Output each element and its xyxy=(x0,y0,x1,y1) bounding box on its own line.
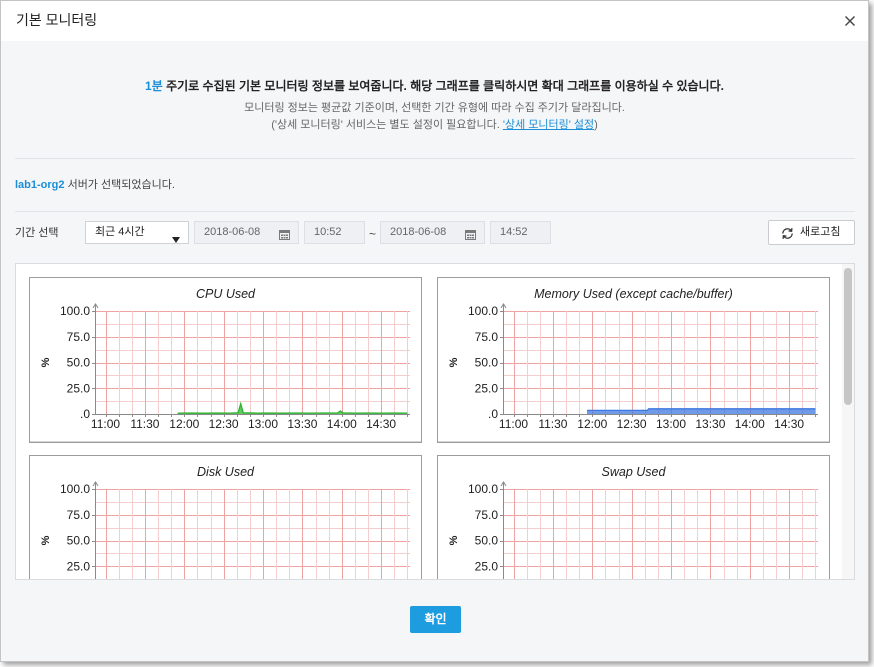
x-tick-label: 13:00 xyxy=(656,417,686,431)
y-tick-label: 75.0 xyxy=(475,330,499,344)
end-time-value: 14:52 xyxy=(500,226,528,238)
y-tick-label: 50.0 xyxy=(475,356,499,370)
server-selected-text: 서버가 선택되었습니다. xyxy=(64,179,175,191)
period-preset-value: 최근 4시간 xyxy=(95,226,145,238)
x-tick-label: 12:00 xyxy=(577,417,607,431)
period-preset-select[interactable]: 최근 4시간 xyxy=(85,221,189,244)
intro-message: 1분 주기로 수집된 기본 모니터링 정보를 보여줍니다. 해당 그래프를 클릭… xyxy=(1,77,868,95)
memory-used-chart[interactable]: Memory Used (except cache/buffer)% 100.0 7… xyxy=(437,277,830,443)
x-tick-label: 14:00 xyxy=(735,417,765,431)
chart-title: Swap Used xyxy=(602,465,667,479)
x-tick-label: 12:30 xyxy=(209,417,239,431)
disk-used-chart[interactable]: Disk Used% 100.0 75.0 50.0 25.0 xyxy=(29,455,422,579)
y-tick-label: 25.0 xyxy=(67,381,91,395)
server-name: lab1-org2 xyxy=(15,179,65,191)
y-tick-label: 75.0 xyxy=(475,508,499,522)
y-tick-label: 25.0 xyxy=(475,381,499,395)
chart-title: CPU Used xyxy=(196,287,256,301)
y-axis-label: % xyxy=(448,535,460,545)
y-tick-label: 100.0 xyxy=(468,482,498,496)
y-tick-label: .0 xyxy=(488,407,498,421)
intro-note-detail-text: ('상세 모니터링' 서비스는 별도 설정이 필요합니다. xyxy=(271,119,503,131)
x-tick-label: 11:00 xyxy=(91,417,120,431)
y-axis-label: % xyxy=(40,357,52,367)
disk-used-chart-svg: Disk Used% 100.0 75.0 50.0 25.0 xyxy=(29,455,422,579)
x-tick-label: 14:00 xyxy=(327,417,357,431)
end-date-value: 2018-06-08 xyxy=(390,226,447,238)
x-tick-label: 12:00 xyxy=(169,417,199,431)
divider xyxy=(15,158,855,159)
intro-note-average: 모니터링 정보는 평균값 기준이며, 선택한 기간 유형에 따라 수집 주기가 … xyxy=(244,102,625,114)
confirm-button[interactable]: 확인 xyxy=(410,606,461,633)
chart-panel-scrollbar-thumb[interactable] xyxy=(844,268,852,405)
cpu-used-chart[interactable]: CPU Used% 100.0 75.0 50.0 25.0 .0 11:00 11:30 12… xyxy=(29,277,422,443)
y-tick-label: 50.0 xyxy=(475,534,499,548)
y-tick-label: 75.0 xyxy=(67,508,91,522)
y-tick-label: 50.0 xyxy=(67,356,91,370)
refresh-icon xyxy=(781,226,794,239)
end-time-field[interactable]: 14:52 xyxy=(490,221,551,244)
x-tick-label: 14:30 xyxy=(366,417,396,431)
intro-note-detail: ('상세 모니터링' 서비스는 별도 설정이 필요합니다. '상세 모니터링' … xyxy=(1,117,868,134)
x-tick-label: 11:00 xyxy=(499,417,528,431)
y-tick-label: 50.0 xyxy=(67,534,91,548)
period-separator: ~ xyxy=(369,227,377,241)
chevron-down-icon xyxy=(172,230,180,243)
refresh-button[interactable]: 새로고침 xyxy=(768,220,855,245)
end-date-field[interactable]: 2018-06-08 xyxy=(380,221,485,244)
calendar-icon[interactable] xyxy=(465,227,476,240)
close-icon[interactable] xyxy=(844,14,856,26)
detail-monitoring-settings-link[interactable]: '상세 모니터링' 설정 xyxy=(503,119,594,131)
y-tick-label: 100.0 xyxy=(60,482,90,496)
dialog-header: 기본 모니터링 xyxy=(1,1,868,41)
start-date-value: 2018-06-08 xyxy=(204,226,261,238)
y-tick-label: 25.0 xyxy=(67,559,91,573)
y-tick-label: .0 xyxy=(80,407,90,421)
swap-used-chart[interactable]: Swap Used% 100.0 75.0 50.0 25.0 xyxy=(437,455,830,579)
y-tick-label: 100.0 xyxy=(468,304,498,318)
server-selection-message: lab1-org2 서버가 선택되었습니다. xyxy=(15,177,175,194)
chart-title: Memory Used (except cache/buffer) xyxy=(534,287,733,301)
dialog-title: 기본 모니터링 xyxy=(16,12,98,28)
start-time-value: 10:52 xyxy=(314,226,342,238)
period-label: 기간 선택 xyxy=(15,227,59,239)
start-time-field[interactable]: 10:52 xyxy=(304,221,365,244)
y-tick-label: 75.0 xyxy=(67,330,91,344)
chart-panel: CPU Used% 100.0 75.0 50.0 25.0.0 11:00 11:30 12… xyxy=(15,263,855,580)
y-tick-label: 25.0 xyxy=(475,559,499,573)
x-tick-label: 12:30 xyxy=(617,417,647,431)
divider xyxy=(15,211,855,212)
y-axis-label: % xyxy=(448,357,460,367)
refresh-label: 새로고침 xyxy=(800,226,841,238)
cpu-used-chart-svg: CPU Used% 100.0 75.0 50.0 25.0 .011:00 11:30 12… xyxy=(29,277,422,443)
memory-used-chart-svg: Memory Used (except cache/buffer)% 100.0 7… xyxy=(437,277,830,443)
basic-monitoring-dialog: 기본 모니터링 1분 주기로 수집된 기본 모니터링 정보를 보여줍니다. 해당… xyxy=(0,0,869,662)
y-axis-label: % xyxy=(40,535,52,545)
calendar-icon[interactable] xyxy=(279,227,290,240)
swap-used-chart-svg: Swap Used% 100.0 75.0 50.0 25.0 xyxy=(437,455,830,579)
intro-note-detail-close: ) xyxy=(594,119,598,131)
interval-highlight: 1분 xyxy=(145,79,163,93)
x-tick-label: 11:30 xyxy=(538,417,567,431)
x-tick-label: 13:30 xyxy=(287,417,317,431)
x-tick-label: 11:30 xyxy=(130,417,159,431)
chart-title: Disk Used xyxy=(197,465,255,479)
x-tick-label: 13:00 xyxy=(248,417,278,431)
intro-main-text: 주기로 수집된 기본 모니터링 정보를 보여줍니다. 해당 그래프를 클릭하시면… xyxy=(162,79,724,93)
start-date-field[interactable]: 2018-06-08 xyxy=(194,221,299,244)
y-tick-label: 100.0 xyxy=(60,304,90,318)
x-tick-label: 14:30 xyxy=(774,417,804,431)
x-tick-label: 13:30 xyxy=(695,417,725,431)
